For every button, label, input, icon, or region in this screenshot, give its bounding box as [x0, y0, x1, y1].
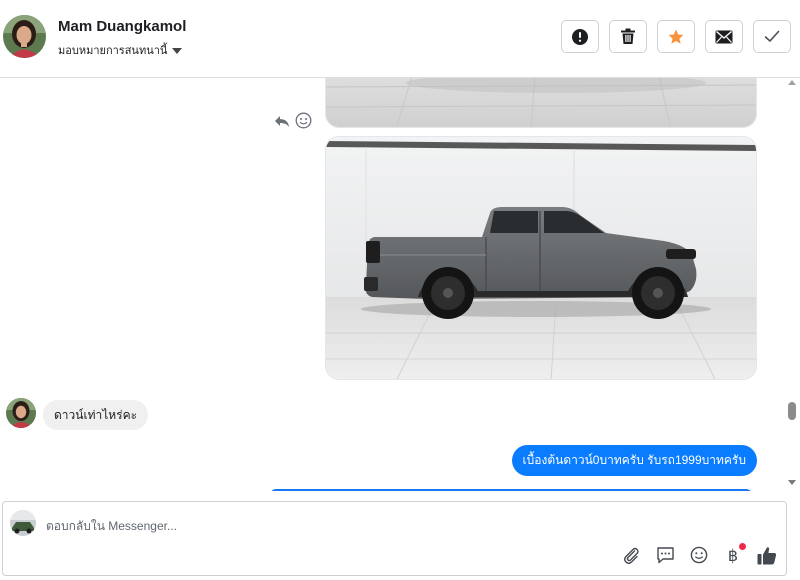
- contact-name[interactable]: Mam Duangkamol: [58, 18, 186, 35]
- envelope-icon: [715, 30, 733, 43]
- header-actions: [561, 20, 791, 53]
- star-button[interactable]: [657, 20, 695, 53]
- trash-icon: [621, 28, 635, 44]
- saved-replies-icon: [656, 547, 674, 564]
- assign-conversation-label: มอบหมายการสนทนานี้: [58, 45, 168, 57]
- outgoing-message-bubble[interactable]: เบื้องต้นดาวน์0บาทครับ รับรถ1999บาทครับ: [511, 445, 757, 476]
- mark-spam-button[interactable]: [561, 20, 599, 53]
- image-message-pickup-truck[interactable]: [325, 136, 757, 380]
- thumbs-up-icon: [757, 546, 777, 564]
- assign-conversation-dropdown[interactable]: มอบหมายการสนทนานี้: [58, 41, 183, 59]
- image-message-showroom[interactable]: [325, 78, 757, 128]
- saved-replies-button[interactable]: [654, 544, 676, 566]
- emoji-reaction-icon[interactable]: [295, 112, 312, 129]
- message-tools: [274, 112, 312, 129]
- baht-payment-icon: ฿: [727, 545, 739, 565]
- conversation-scrollbar[interactable]: [785, 78, 800, 491]
- incoming-message-bubble[interactable]: ดาวน์เท่าไหร่คะ: [43, 400, 149, 430]
- scroll-up-arrow-icon[interactable]: [788, 80, 796, 85]
- contact-avatar-small[interactable]: [6, 398, 36, 428]
- paperclip-icon: [623, 547, 639, 564]
- mark-done-button[interactable]: [753, 20, 791, 53]
- checkmark-icon: [764, 30, 780, 42]
- exclamation-circle-icon: [572, 28, 588, 45]
- partial-message-bubble: [270, 489, 752, 491]
- reply-icon[interactable]: [274, 113, 290, 129]
- composer-tools: ฿: [620, 543, 778, 566]
- delete-button[interactable]: [609, 20, 647, 53]
- conversation-thread[interactable]: ดาวน์เท่าไหร่คะ เบื้องต้นดาวน์0บาทครับ ร…: [0, 78, 785, 491]
- scrollbar-thumb[interactable]: [788, 402, 796, 420]
- attach-button[interactable]: [620, 544, 642, 566]
- conversation-header: Mam Duangkamol มอบหมายการสนทนานี้: [0, 0, 800, 78]
- payment-button[interactable]: ฿: [722, 543, 746, 566]
- contact-avatar[interactable]: [3, 15, 46, 58]
- notification-dot: [739, 543, 746, 550]
- emoji-icon: [690, 546, 708, 564]
- caret-down-icon: [172, 47, 183, 54]
- scroll-down-arrow-icon[interactable]: [788, 480, 796, 485]
- like-button[interactable]: [756, 544, 778, 566]
- page-avatar: [10, 510, 36, 536]
- message-composer: ฿: [2, 501, 787, 576]
- reply-input[interactable]: [46, 517, 606, 535]
- mark-unread-button[interactable]: [705, 20, 743, 53]
- star-icon: [668, 29, 684, 44]
- emoji-button[interactable]: [688, 544, 710, 566]
